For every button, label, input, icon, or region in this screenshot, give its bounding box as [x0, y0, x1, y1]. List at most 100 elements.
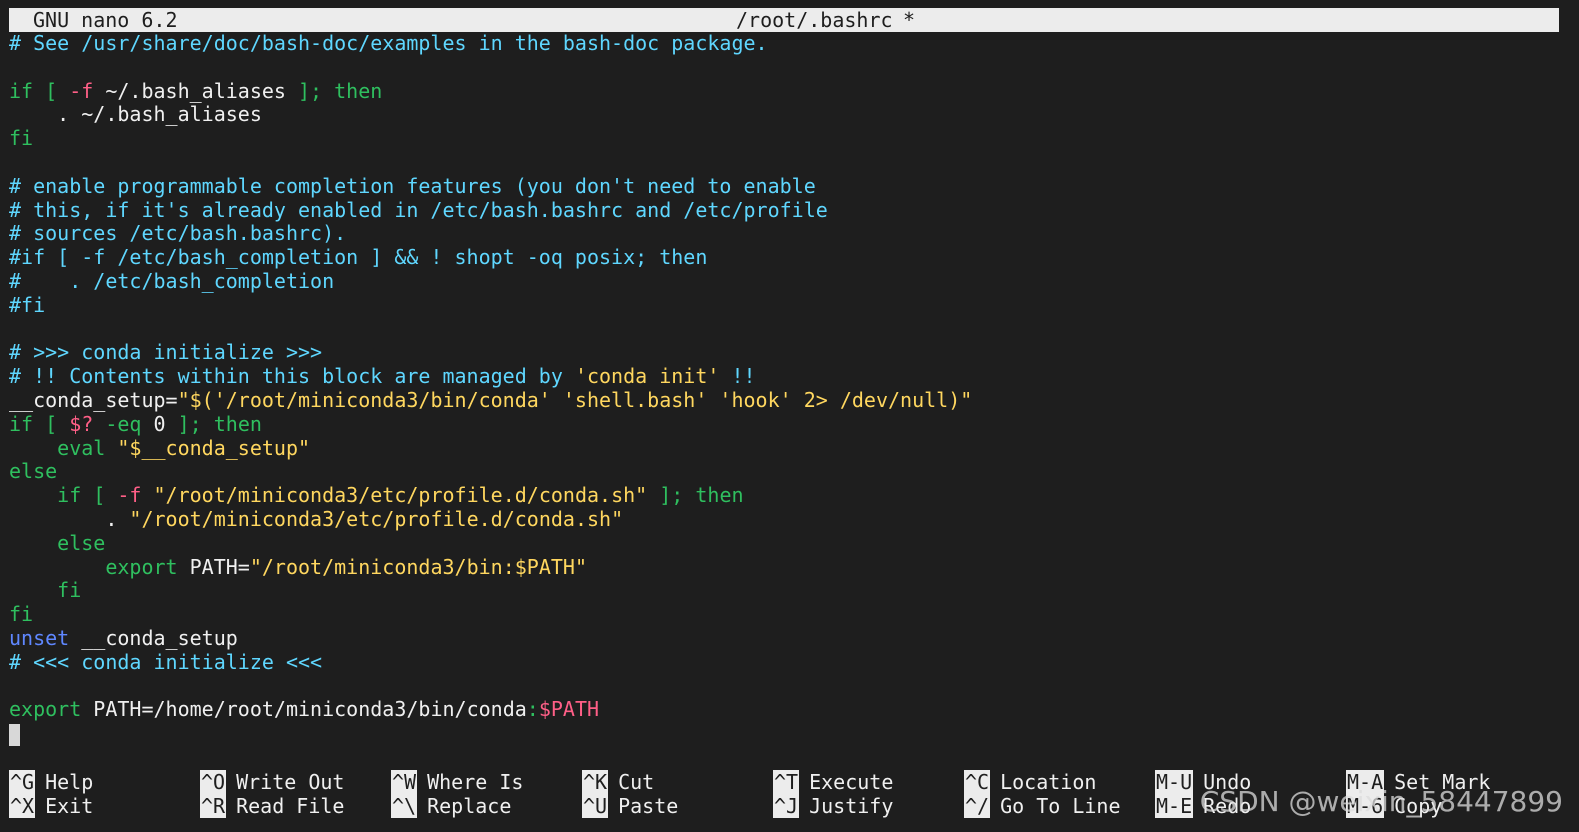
code-token: #if [ -f /etc/bash_completion ] && ! sho… [9, 246, 708, 270]
code-line[interactable]: . ~/.bash_aliases [9, 103, 1567, 127]
code-line[interactable]: if [ -f ~/.bash_aliases ]; then [9, 80, 1567, 104]
code-token: fi [9, 127, 34, 151]
code-line[interactable] [9, 675, 1567, 699]
code-line[interactable]: #if [ -f /etc/bash_completion ] && ! sho… [9, 246, 1567, 270]
shortcut-label: Execute [809, 770, 894, 794]
code-token: unset [9, 626, 70, 650]
code-line[interactable]: # >>> conda initialize >>> [9, 341, 1567, 365]
shortcut-help[interactable]: ^G Help [9, 770, 93, 794]
code-token: PATH=/home/root/miniconda3/bin/conda [93, 698, 527, 722]
code-token: if [ [9, 79, 70, 103]
code-line[interactable]: # sources /etc/bash.bashrc). [9, 222, 1567, 246]
shortcut-justify[interactable]: ^J Justify [773, 794, 893, 818]
shortcut-location[interactable]: ^C Location [964, 770, 1096, 794]
code-line[interactable]: if [ $? -eq 0 ]; then [9, 413, 1567, 437]
code-line[interactable]: # !! Contents within this block are mana… [9, 365, 1567, 389]
code-line[interactable]: eval "$__conda_setup" [9, 437, 1567, 461]
shortcut-write-out[interactable]: ^O Write Out [200, 770, 344, 794]
code-token: # !! Contents within this block are mana… [9, 365, 575, 389]
shortcut-label: Where Is [427, 770, 524, 794]
code-line[interactable]: . "/root/miniconda3/etc/profile.d/conda.… [9, 508, 1567, 532]
code-token: "$('/root/miniconda3/bin/conda' 'shell.b… [177, 388, 973, 412]
app-name: GNU nano 6.2 [33, 8, 178, 32]
shortcut-label: Cut [618, 770, 655, 794]
code-token: # >>> conda initialize >>> [9, 341, 323, 365]
shortcut-label: Help [45, 770, 94, 794]
code-line[interactable]: # <<< conda initialize <<< [9, 651, 1567, 675]
shortcut-label: Paste [618, 794, 679, 818]
code-line[interactable]: #fi [9, 294, 1567, 318]
shortcut-label: Location [1000, 770, 1097, 794]
shortcut-key: ^U [582, 794, 609, 818]
code-line[interactable]: fi [9, 127, 1567, 151]
code-line[interactable]: export PATH=/home/root/miniconda3/bin/co… [9, 698, 1567, 722]
code-token: export [9, 698, 94, 722]
code-line[interactable]: # this, if it's already enabled in /etc/… [9, 199, 1567, 223]
code-line[interactable]: unset __conda_setup [9, 627, 1567, 651]
shortcut-key: ^X [9, 794, 36, 818]
code-token: # . /etc/bash_completion [9, 269, 335, 293]
shortcut-label: Justify [809, 794, 894, 818]
code-token: fi [9, 579, 82, 603]
watermark: CSDN @weixin_58447899 [1199, 785, 1563, 818]
code-line[interactable]: else [9, 460, 1567, 484]
code-token: # See /usr/share/doc/bash-doc/examples i… [9, 32, 768, 55]
code-token: -eq [93, 412, 154, 436]
shortcut-key: ^/ [964, 794, 991, 818]
code-token: eval [9, 436, 118, 460]
code-token: else [9, 531, 106, 555]
shortcut-execute[interactable]: ^T Execute [773, 770, 893, 794]
code-token: -f [69, 79, 94, 103]
code-token: # <<< conda initialize <<< [9, 650, 323, 674]
text-cursor [9, 723, 20, 746]
code-line[interactable]: fi [9, 579, 1567, 603]
code-token: 0 [153, 412, 166, 436]
code-token: ~/.bash_aliases [93, 79, 299, 103]
code-token: # sources /etc/bash.bashrc). [9, 222, 347, 246]
modified-indicator: * [903, 8, 916, 32]
shortcut-key: ^J [773, 794, 800, 818]
code-token: $PATH [538, 698, 600, 722]
code-token: # this, if it's already enabled in /etc/… [9, 198, 828, 222]
shortcut-label: Write Out [236, 770, 345, 794]
code-line[interactable] [9, 151, 1567, 175]
code-line[interactable] [9, 318, 1567, 342]
shortcut-key: ^R [200, 794, 227, 818]
shortcut-paste[interactable]: ^U Paste [582, 794, 678, 818]
code-token: __conda_setup [69, 626, 238, 650]
code-line[interactable]: # . /etc/bash_completion [9, 270, 1567, 294]
shortcut-key: ^\ [391, 794, 418, 818]
code-line[interactable]: __conda_setup="$('/root/miniconda3/bin/c… [9, 389, 1567, 413]
shortcut-key: ^G [9, 770, 36, 794]
editor-area[interactable]: # See /usr/share/doc/bash-doc/examples i… [9, 32, 1567, 746]
code-token: . [9, 507, 130, 531]
code-token: if [ [9, 484, 118, 508]
code-token: "/root/miniconda3/bin:$PATH" [249, 555, 587, 579]
code-token: export [9, 555, 190, 579]
shortcut-key: ^T [773, 770, 800, 794]
code-line[interactable]: export PATH="/root/miniconda3/bin:$PATH" [9, 556, 1567, 580]
shortcut-replace[interactable]: ^\ Replace [391, 794, 511, 818]
code-line[interactable] [9, 56, 1567, 80]
code-line[interactable]: else [9, 532, 1567, 556]
cursor-line[interactable] [9, 722, 1567, 746]
shortcut-key: ^C [964, 770, 991, 794]
shortcut-where-is[interactable]: ^W Where Is [391, 770, 523, 794]
code-line[interactable]: # enable programmable completion feature… [9, 175, 1567, 199]
code-token: !! [719, 365, 756, 389]
shortcut-label: Exit [45, 794, 94, 818]
code-line[interactable]: fi [9, 603, 1567, 627]
code-token: ]; then [298, 79, 383, 103]
shortcut-read-file[interactable]: ^R Read File [200, 794, 344, 818]
shortcut-go-to-line[interactable]: ^/ Go To Line [964, 794, 1121, 818]
shortcut-key: ^W [391, 770, 418, 794]
file-name: /root/.bashrc [736, 8, 893, 32]
code-line[interactable]: if [ -f "/root/miniconda3/etc/profile.d/… [9, 484, 1567, 508]
code-line[interactable]: # See /usr/share/doc/bash-doc/examples i… [9, 32, 1567, 56]
shortcut-key: M-U [1155, 770, 1194, 794]
shortcut-key: M-E [1155, 794, 1194, 818]
shortcut-label: Go To Line [1000, 794, 1121, 818]
shortcut-cut[interactable]: ^K Cut [582, 770, 654, 794]
shortcut-exit[interactable]: ^X Exit [9, 794, 93, 818]
code-token: : [526, 698, 539, 722]
